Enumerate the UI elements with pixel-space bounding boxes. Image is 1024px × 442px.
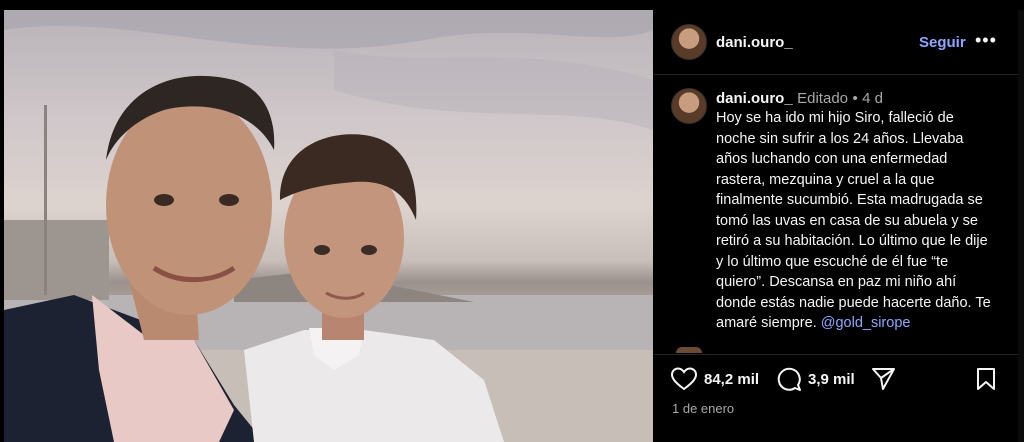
caption-header: dani.ouro_ Editado • 4 d bbox=[716, 90, 883, 108]
follow-button[interactable]: Seguir bbox=[919, 34, 966, 51]
comments-count[interactable]: 3,9 mil bbox=[808, 371, 855, 388]
profile-avatar-icon[interactable] bbox=[671, 24, 707, 60]
edited-label: Editado bbox=[797, 90, 848, 107]
caption-avatar-icon[interactable] bbox=[671, 88, 707, 124]
actions-divider bbox=[654, 354, 1018, 355]
photo-illustration bbox=[4, 10, 653, 442]
share-icon[interactable] bbox=[871, 367, 896, 391]
header-username[interactable]: dani.ouro_ bbox=[716, 34, 793, 51]
more-options-button[interactable]: ••• bbox=[975, 30, 997, 51]
comment-avatar-icon[interactable] bbox=[676, 347, 702, 353]
post-photo[interactable] bbox=[4, 10, 653, 442]
comment-bubble-icon[interactable] bbox=[777, 367, 802, 392]
caption-text: Hoy se ha ido mi hijo Siro, falleció de … bbox=[716, 108, 992, 334]
mention-link[interactable]: @gold_sirope bbox=[821, 315, 911, 331]
post-date[interactable]: 1 de enero bbox=[672, 401, 734, 416]
heart-icon[interactable] bbox=[671, 367, 697, 391]
bookmark-icon[interactable] bbox=[976, 367, 996, 391]
header-divider bbox=[654, 74, 1018, 75]
post-age[interactable]: 4 d bbox=[862, 90, 883, 107]
likes-count[interactable]: 84,2 mil bbox=[704, 371, 759, 388]
scrollbar[interactable] bbox=[1018, 10, 1024, 442]
meta-separator: • bbox=[852, 90, 858, 107]
caption-username[interactable]: dani.ouro_ bbox=[716, 90, 793, 107]
caption-text-body: Hoy se ha ido mi hijo Siro, falleció de … bbox=[716, 110, 991, 331]
